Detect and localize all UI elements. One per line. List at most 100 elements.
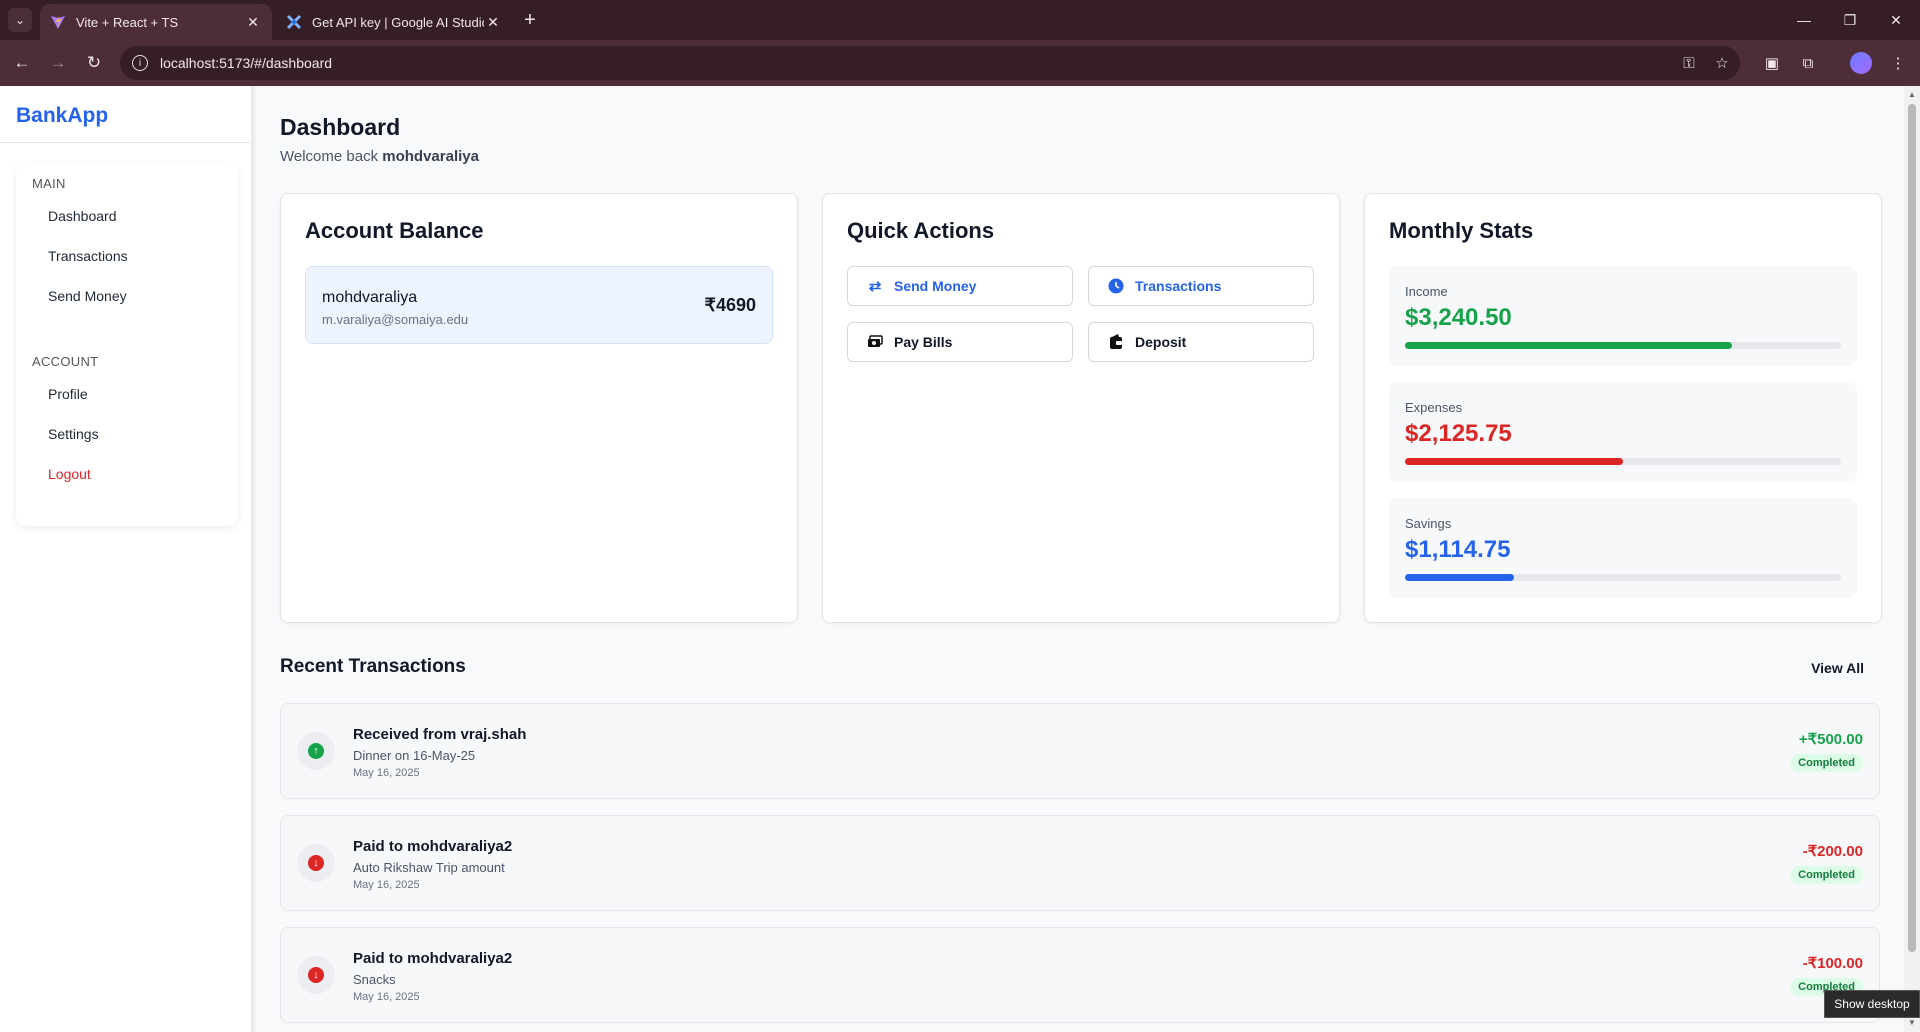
sidebar-item-profile[interactable]: Profile [48, 386, 88, 402]
transaction-title: Received from vraj.shah [353, 726, 527, 743]
progress-fill [1405, 342, 1732, 349]
transaction-amount: -₹100.00 [1802, 955, 1863, 972]
forward-icon[interactable]: → [44, 49, 72, 77]
arrow-up-icon: ↑ [297, 732, 335, 770]
stat-label: Savings [1405, 516, 1452, 531]
clock-icon [1107, 277, 1125, 295]
sidebar-item-settings[interactable]: Settings [48, 426, 99, 442]
transactions-button[interactable]: Transactions [1088, 266, 1314, 306]
close-icon[interactable]: ✕ [244, 14, 262, 31]
transaction-date: May 16, 2025 [353, 991, 420, 1003]
reload-icon[interactable]: ↻ [80, 49, 108, 77]
tab-ai-studio[interactable]: Get API key | Google AI Studio ✕ [276, 4, 512, 40]
divider [0, 142, 252, 143]
recent-transactions-title: Recent Transactions [280, 656, 466, 677]
sidebar-item-dashboard[interactable]: Dashboard [48, 208, 117, 224]
cash-icon [866, 333, 884, 351]
page-scrollbar[interactable]: ▲ ▼ [1904, 86, 1920, 1032]
tab-title: Vite + React + TS [76, 14, 179, 30]
tab-vite-react[interactable]: Vite + React + TS ✕ [40, 4, 272, 40]
transaction-description: Snacks [353, 972, 396, 987]
nav-card: MAIN Dashboard Transactions Send Money A… [16, 164, 238, 526]
reading-mode-icon[interactable]: ▣ [1758, 49, 1786, 77]
welcome-username: mohdvaraliya [382, 148, 479, 165]
button-label: Pay Bills [894, 334, 953, 350]
nav-section-account: ACCOUNT [32, 354, 99, 369]
scroll-thumb[interactable] [1908, 104, 1916, 952]
account-email: m.varaliya@somaiya.edu [322, 312, 469, 327]
stat-expenses: Expenses $2,125.75 [1389, 382, 1857, 482]
transaction-row[interactable]: ↓ Paid to mohdvaraliya2 Auto Rikshaw Tri… [280, 815, 1880, 911]
sidebar-item-send-money[interactable]: Send Money [48, 288, 127, 304]
show-desktop-tooltip: Show desktop [1824, 990, 1920, 1018]
stat-income: Income $3,240.50 [1389, 266, 1857, 366]
stat-value: $3,240.50 [1405, 304, 1512, 331]
card-title: Account Balance [305, 218, 484, 243]
arrow-down-icon: ↓ [297, 956, 335, 994]
status-badge: Completed [1790, 754, 1863, 772]
scroll-up-icon[interactable]: ▲ [1907, 90, 1917, 100]
quick-actions-card: Quick Actions ⇄ Send Money Transactions … [822, 193, 1340, 623]
site-info-icon[interactable]: i [132, 55, 148, 71]
progress-track [1405, 574, 1841, 581]
stat-value: $2,125.75 [1405, 420, 1512, 447]
transaction-date: May 16, 2025 [353, 879, 420, 891]
back-icon[interactable]: ← [8, 49, 36, 77]
send-money-button[interactable]: ⇄ Send Money [847, 266, 1073, 306]
close-icon[interactable]: ✕ [484, 14, 502, 31]
minimize-icon[interactable]: — [1784, 6, 1824, 34]
view-all-button[interactable]: View All [1811, 660, 1864, 676]
page: BankApp MAIN Dashboard Transactions Send… [0, 86, 1904, 1032]
sidebar-item-transactions[interactable]: Transactions [48, 248, 128, 264]
page-title: Dashboard [280, 114, 401, 140]
transaction-row[interactable]: ↑ Received from vraj.shah Dinner on 16-M… [280, 703, 1880, 799]
vite-icon [50, 14, 66, 30]
tab-search-button[interactable]: ⌄ [8, 8, 32, 32]
stat-label: Expenses [1405, 400, 1463, 415]
card-title: Monthly Stats [1389, 218, 1534, 243]
deposit-button[interactable]: Deposit [1088, 322, 1314, 362]
browser-tab-bar: ⌄ Vite + React + TS ✕ Get API key | Goog… [0, 0, 1920, 40]
progress-track [1405, 458, 1841, 465]
transaction-amount: +₹500.00 [1798, 731, 1863, 748]
transaction-description: Dinner on 16-May-25 [353, 748, 476, 763]
stat-label: Income [1405, 284, 1448, 299]
bookmark-star-icon[interactable]: ☆ [1708, 49, 1736, 77]
tab-title: Get API key | Google AI Studio [312, 14, 484, 30]
sidebar-shadow [252, 86, 258, 1032]
arrow-down-icon: ↓ [297, 844, 335, 882]
sidebar-item-logout[interactable]: Logout [48, 466, 91, 482]
address-bar[interactable]: i localhost:5173/#/dashboard [120, 46, 1740, 80]
transaction-title: Paid to mohdvaraliya2 [353, 950, 513, 967]
menu-kebab-icon[interactable]: ⋮ [1884, 49, 1912, 77]
transaction-row[interactable]: ↓ Paid to mohdvaraliya2 Snacks May 16, 2… [280, 927, 1880, 1023]
account-balance-card: Account Balance mohdvaraliya m.varaliya@… [280, 193, 798, 623]
transaction-date: May 16, 2025 [353, 767, 420, 779]
progress-track [1405, 342, 1841, 349]
scroll-down-icon[interactable]: ▼ [1907, 1018, 1917, 1028]
restore-icon[interactable]: ❐ [1830, 6, 1870, 34]
transaction-title: Paid to mohdvaraliya2 [353, 838, 513, 855]
transaction-description: Auto Rikshaw Trip amount [353, 860, 505, 875]
status-badge: Completed [1790, 866, 1863, 884]
brand-logo[interactable]: BankApp [16, 104, 108, 128]
ai-studio-icon [286, 14, 302, 30]
window-close-icon[interactable]: ✕ [1876, 6, 1916, 34]
button-label: Send Money [894, 278, 977, 294]
new-tab-icon[interactable]: + [518, 8, 542, 32]
welcome-text: Welcome back mohdvaraliya [280, 148, 479, 165]
account-name: mohdvaraliya [322, 289, 418, 306]
transaction-amount: -₹200.00 [1802, 843, 1863, 860]
progress-fill [1405, 574, 1514, 581]
profile-avatar[interactable] [1850, 52, 1872, 74]
extensions-icon[interactable]: ⧉ [1794, 49, 1822, 77]
password-key-icon[interactable]: ⚿ [1675, 49, 1703, 77]
url-text: localhost:5173/#/dashboard [160, 55, 333, 71]
browser-toolbar: ← → ↻ i localhost:5173/#/dashboard ⚿ ☆ ▣… [0, 40, 1920, 86]
stat-savings: Savings $1,114.75 [1389, 498, 1857, 598]
pay-bills-button[interactable]: Pay Bills [847, 322, 1073, 362]
nav-section-main: MAIN [32, 176, 66, 191]
stat-value: $1,114.75 [1405, 536, 1511, 563]
sidebar: BankApp MAIN Dashboard Transactions Send… [0, 86, 252, 1032]
account-summary: mohdvaraliya m.varaliya@somaiya.edu ₹469… [305, 266, 773, 344]
